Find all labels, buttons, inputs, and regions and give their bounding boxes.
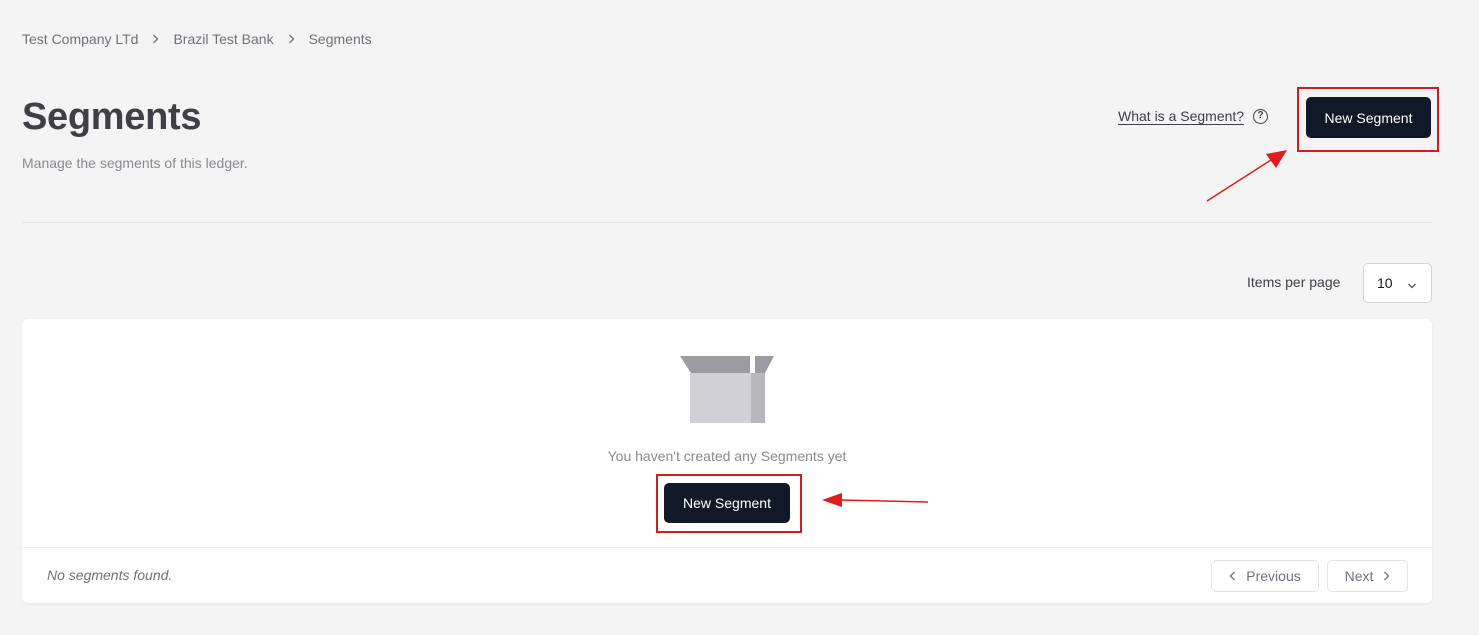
chevron-left-icon — [1229, 571, 1236, 581]
help-link-label[interactable]: What is a Segment? — [1118, 108, 1244, 124]
no-results-text: No segments found. — [47, 567, 173, 583]
empty-state-message: You haven't created any Segments yet — [607, 448, 847, 464]
annotation-arrow-top — [1206, 150, 1287, 202]
previous-page-button[interactable]: Previous — [1211, 560, 1319, 592]
breadcrumb-ledger[interactable]: Brazil Test Bank — [173, 31, 273, 47]
annotation-highlight-center — [656, 474, 802, 533]
empty-box-icon — [680, 355, 776, 430]
chevron-right-icon — [288, 34, 295, 44]
what-is-segment-link[interactable]: What is a Segment? ? — [1118, 108, 1269, 124]
next-label: Next — [1344, 568, 1374, 584]
help-circle-icon[interactable]: ? — [1253, 108, 1269, 124]
divider — [22, 222, 1432, 223]
annotation-highlight-top — [1297, 87, 1439, 152]
breadcrumb: Test Company LTd Brazil Test Bank Segmen… — [22, 31, 372, 47]
chevron-right-icon — [152, 34, 159, 44]
page-title: Segments — [22, 96, 202, 138]
next-page-button[interactable]: Next — [1327, 560, 1408, 592]
previous-label: Previous — [1246, 568, 1301, 584]
items-per-page-select[interactable]: 10 — [1363, 263, 1432, 303]
chevron-right-icon — [1383, 571, 1390, 581]
breadcrumb-current: Segments — [308, 31, 372, 47]
page-subtitle: Manage the segments of this ledger. — [22, 155, 248, 171]
chevron-down-icon — [1407, 278, 1417, 294]
segments-card: You haven't created any Segments yet New… — [22, 319, 1432, 603]
breadcrumb-company[interactable]: Test Company LTd — [22, 31, 138, 47]
items-per-page-label: Items per page — [1247, 274, 1341, 290]
items-per-page-value: 10 — [1377, 275, 1393, 291]
card-footer: No segments found. Previous Next — [22, 547, 1432, 603]
